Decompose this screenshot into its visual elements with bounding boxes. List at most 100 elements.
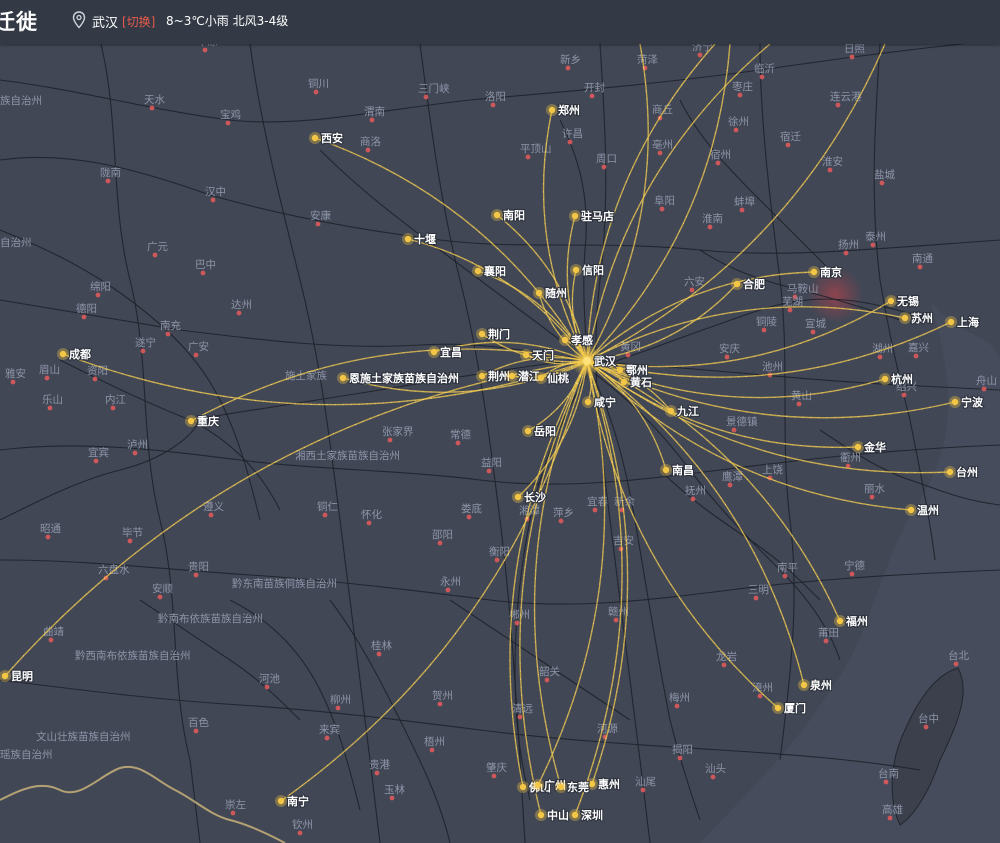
- city-dot: [92, 376, 98, 382]
- destination-city[interactable]: 长沙: [512, 489, 547, 505]
- city-dot: [849, 571, 855, 577]
- city-dot: [753, 595, 759, 601]
- city-dot: [132, 450, 138, 456]
- destination-city[interactable]: 恩施土家族苗族自治州: [337, 370, 460, 386]
- destination-city[interactable]: 福州: [834, 613, 869, 629]
- destination-city[interactable]: 十堰: [402, 231, 437, 247]
- destination-dot: [478, 372, 486, 380]
- city-label: 景德镇: [726, 415, 758, 428]
- city-dot: [236, 310, 242, 316]
- city-dot: [202, 47, 208, 53]
- destination-city[interactable]: 孝感: [559, 332, 594, 348]
- destination-label: 成都: [69, 347, 91, 361]
- destination-city[interactable]: 信阳: [570, 262, 605, 278]
- destination-city[interactable]: 西安: [309, 130, 344, 146]
- city-label: 三门峡: [418, 82, 450, 95]
- destination-dot: [887, 297, 895, 305]
- city-label: 上饶: [762, 463, 783, 476]
- destination-city[interactable]: 南阳: [491, 207, 526, 223]
- city-dot: [674, 703, 680, 709]
- destination-city[interactable]: 咸宁: [582, 394, 617, 410]
- region-label: 黔西南布依族苗族自治州: [75, 649, 191, 662]
- destination-city[interactable]: 苏州: [899, 310, 934, 326]
- destination-city[interactable]: 杭州: [879, 371, 914, 387]
- destination-dot: [881, 375, 889, 383]
- destination-city[interactable]: 金华: [852, 439, 887, 455]
- destination-city[interactable]: 无锡: [885, 293, 920, 309]
- destination-city[interactable]: 黄石: [618, 374, 653, 390]
- destination-dot: [854, 443, 862, 451]
- destination-city[interactable]: 荆州: [476, 368, 511, 384]
- destination-city[interactable]: 中山: [535, 807, 570, 823]
- destination-city[interactable]: 南京: [808, 264, 843, 280]
- city-label: 安康: [310, 209, 331, 222]
- destination-city[interactable]: 襄阳: [472, 263, 507, 279]
- destination-city[interactable]: 重庆: [185, 413, 220, 429]
- city-dot: [322, 512, 328, 518]
- destination-city[interactable]: 上海: [945, 314, 980, 330]
- city-label: 崇左: [225, 798, 246, 811]
- destination-city[interactable]: 温州: [905, 502, 940, 518]
- destination-city[interactable]: 昆明: [0, 669, 34, 684]
- switch-city-link[interactable]: [切换]: [122, 13, 155, 30]
- destination-city[interactable]: 厦门: [772, 700, 807, 716]
- destination-dot: [277, 797, 285, 805]
- destination-label: 信阳: [582, 263, 604, 277]
- destination-city[interactable]: 随州: [533, 285, 568, 301]
- destination-label: 苏州: [911, 311, 933, 325]
- top-bar: 迁徙 武汉 [切换] 8~3℃小雨 北风3-4级: [0, 0, 1000, 44]
- city-label: 绵阳: [90, 280, 111, 293]
- city-dot: [374, 770, 380, 776]
- city-dot: [733, 127, 739, 133]
- city-dot: [455, 440, 461, 446]
- destination-city[interactable]: 荆门: [476, 326, 511, 342]
- city-dot: [366, 520, 372, 526]
- destination-city[interactable]: 深圳: [569, 807, 604, 823]
- destination-label: 东莞: [567, 780, 589, 794]
- city-dot: [727, 482, 733, 488]
- city-dot: [869, 494, 875, 500]
- city-label: 宿州: [710, 148, 731, 161]
- destination-city[interactable]: 成都: [57, 346, 92, 362]
- map-canvas[interactable]: 平凉铜川三门峡新乡开封菏泽济宁临沂日照枣庄连云港天水宝鸡渭南洛阳商丘徐州宿迁淮安…: [0, 0, 1000, 843]
- city-label: 广安: [188, 340, 209, 353]
- destination-city[interactable]: 宁波: [949, 394, 985, 410]
- city-label: 淮南: [702, 212, 723, 225]
- city-label: 安顺: [152, 582, 173, 595]
- city-label: 洛阳: [485, 90, 506, 103]
- city-label: 南通: [912, 252, 933, 265]
- city-label: 徐州: [728, 115, 749, 128]
- destination-city[interactable]: 泉州: [798, 677, 833, 693]
- weather-info: 8~3℃小雨 北风3-4级: [166, 14, 289, 28]
- destination-city[interactable]: 潜江: [506, 368, 541, 384]
- city-dot: [923, 724, 929, 730]
- region-label: 湘西土家族苗族自治州: [295, 449, 400, 462]
- destination-city[interactable]: 台州: [944, 464, 979, 480]
- destination-city[interactable]: 岳阳: [522, 423, 557, 439]
- city-dot: [567, 139, 573, 145]
- destination-city[interactable]: 南宁: [275, 793, 310, 809]
- city-label: 张家界: [382, 425, 414, 438]
- destination-city[interactable]: 九江: [665, 403, 700, 419]
- city-label: 抚州: [685, 485, 706, 497]
- destination-city[interactable]: 宜昌: [428, 344, 463, 360]
- destination-city[interactable]: 驻马店: [569, 208, 615, 224]
- city-label: 开封: [584, 81, 605, 94]
- destination-dot: [667, 407, 675, 415]
- destination-city[interactable]: 鄂州: [614, 362, 649, 378]
- city-label: 汕尾: [635, 776, 656, 788]
- city-label: 铜仁: [317, 501, 338, 513]
- destination-city[interactable]: 惠州: [586, 776, 621, 792]
- destination-city[interactable]: 天门: [520, 347, 555, 363]
- city-dot: [376, 651, 382, 657]
- city-label: 钦州: [292, 819, 313, 831]
- destination-city[interactable]: 郑州: [546, 102, 581, 118]
- city-dot: [517, 714, 523, 720]
- destination-city[interactable]: 东莞: [555, 779, 590, 795]
- city-dot: [193, 572, 199, 578]
- destination-city[interactable]: 南昌: [660, 462, 695, 478]
- destination-dot: [588, 780, 596, 788]
- city-label: 商洛: [360, 135, 381, 148]
- destination-city[interactable]: 合肥: [731, 276, 766, 292]
- destination-city[interactable]: 仙桃: [535, 370, 570, 386]
